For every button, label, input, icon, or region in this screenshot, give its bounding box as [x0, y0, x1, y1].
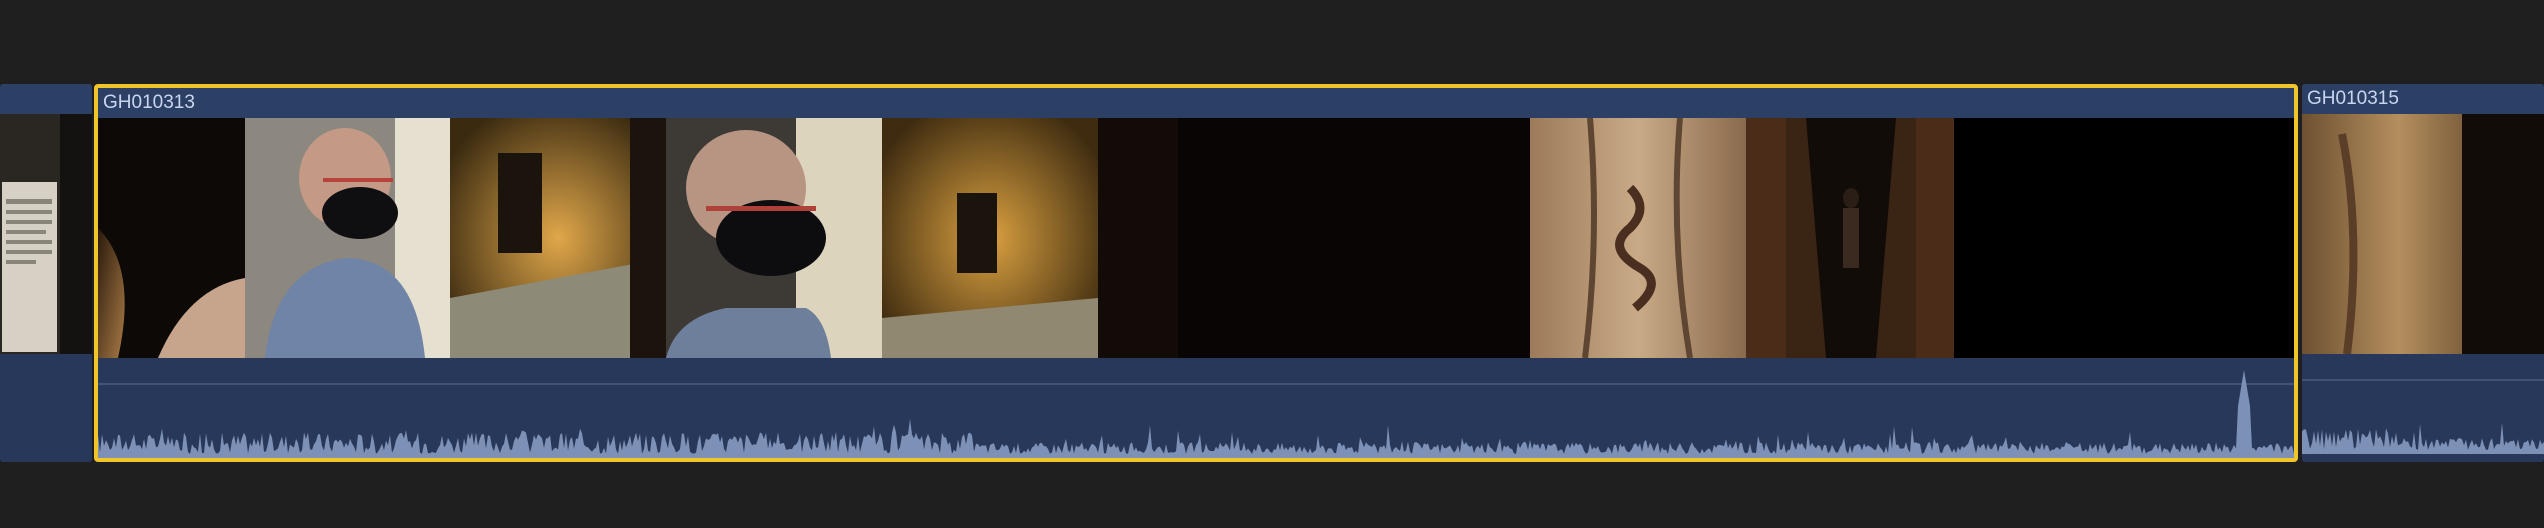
frame-thumbnail [245, 118, 450, 358]
audio-waveform-lane [98, 358, 2294, 458]
clip-header: GH010313 [98, 88, 2294, 118]
clip-name: GH010313 [103, 92, 195, 113]
frame-thumbnail [666, 118, 882, 358]
filmstrip [98, 118, 2294, 358]
frame-thumbnail [882, 118, 1098, 358]
waveform-shape [98, 370, 2294, 458]
audio-lane [2302, 354, 2544, 462]
waveform-shape [2302, 422, 2544, 454]
audio-waveform [2302, 379, 2544, 454]
frame-thumbnail [2302, 114, 2544, 354]
frame-thumbnail [1098, 118, 1530, 358]
audio-waveform-lane [0, 354, 92, 462]
clip-selected[interactable]: GH010313 [94, 84, 2298, 462]
clip-header: GH010315 [2302, 84, 2544, 114]
timeline[interactable]: GH010313 GH010315 [0, 0, 2544, 528]
frame-thumbnail [0, 114, 92, 354]
frame-thumbnail [1746, 118, 1954, 358]
frame-thumbnail [98, 118, 245, 358]
filmstrip [0, 114, 92, 354]
frame-thumbnail [450, 118, 666, 358]
filmstrip [2302, 114, 2544, 354]
clip-next[interactable]: GH010315 [2302, 84, 2544, 462]
clip-previous[interactable] [0, 84, 92, 462]
frame-thumbnail [1530, 118, 1746, 358]
clip-header [0, 84, 92, 114]
audio-waveform [98, 370, 2294, 458]
clip-name: GH010315 [2307, 88, 2399, 109]
